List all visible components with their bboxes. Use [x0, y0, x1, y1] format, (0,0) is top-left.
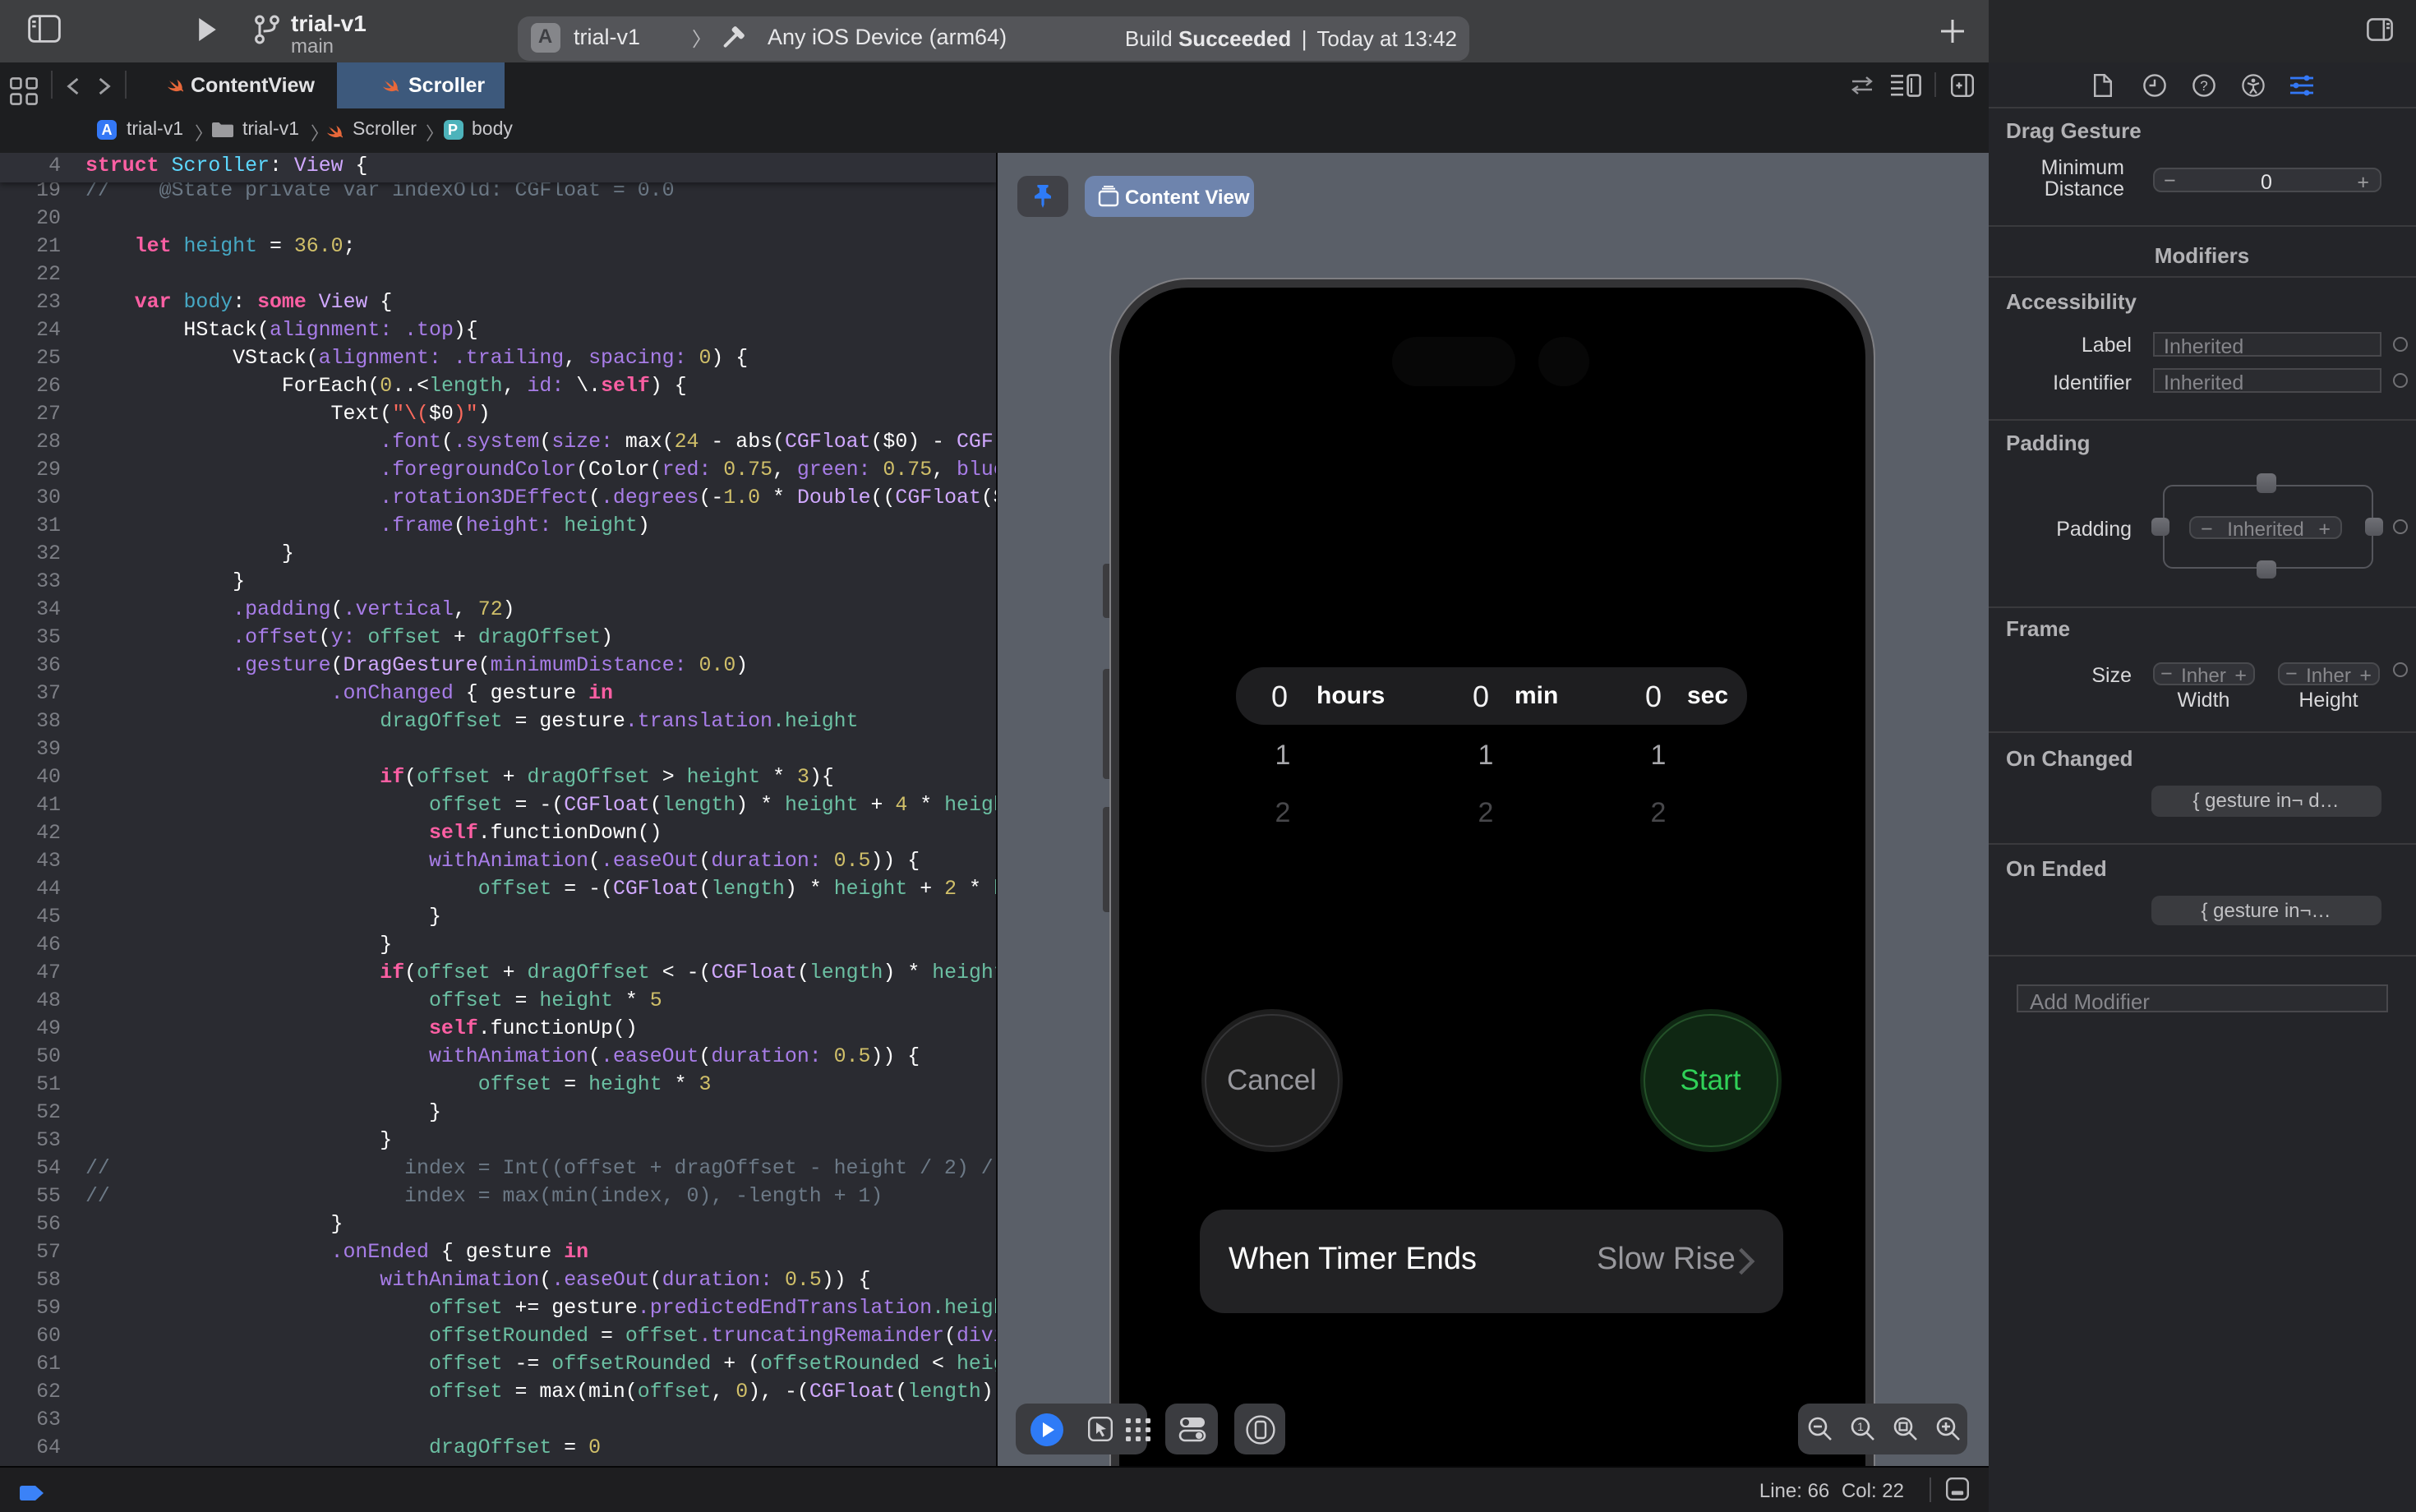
- svg-text:1: 1: [1856, 1420, 1863, 1433]
- svg-text:?: ?: [2199, 78, 2206, 94]
